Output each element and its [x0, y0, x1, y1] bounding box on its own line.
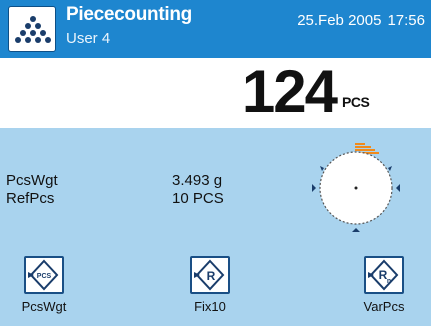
weight-value: 124 — [241, 58, 338, 125]
info-value-pcswgt: 3.493 g — [172, 172, 223, 189]
balance-terminal-screen: Piececounting User 4 25.Feb 2005 17:56 12… — [0, 0, 431, 326]
rn-diamond-icon: R n — [368, 259, 399, 291]
weight-display: 124 PCS — [0, 58, 431, 128]
softkey-pcswgt: PCS PcsWgt — [0, 256, 90, 326]
piececounting-app-icon[interactable] — [8, 6, 56, 52]
info-value-refpcs: 10 PCS — [172, 190, 224, 207]
info-label-pcswgt: PcsWgt — [6, 172, 58, 189]
header-bar: Piececounting User 4 25.Feb 2005 17:56 — [0, 0, 431, 58]
dial-marker-bottom — [352, 228, 360, 232]
info-panel: PcsWgt 3.493 g RefPcs 10 PCS PCS PcsWgt … — [0, 128, 431, 326]
pcs-diamond-icon: PCS — [28, 259, 59, 291]
weighing-in-dial — [312, 143, 400, 232]
user-label: User 4 — [66, 30, 111, 47]
pcswgt-button[interactable]: PCS — [24, 256, 64, 294]
svg-text:n: n — [387, 278, 391, 285]
fix10-button[interactable]: R — [190, 256, 230, 294]
date-text: 25.Feb 2005 — [297, 12, 382, 29]
softkey-label-pcswgt: PcsWgt — [21, 299, 67, 314]
softkey-label-varpcs: VarPcs — [363, 299, 405, 314]
svg-text:PCS: PCS — [37, 273, 52, 280]
time-text: 17:56 — [387, 12, 425, 29]
dial-marker-top-left — [320, 166, 324, 171]
datetime: 25.Feb 2005 17:56 — [297, 12, 425, 29]
dial-center-dot — [354, 186, 358, 190]
softkey-varpcs: R n VarPcs — [340, 256, 430, 326]
svg-text:R: R — [207, 269, 216, 283]
dial-marker-right — [396, 184, 400, 192]
piececounting-dots-icon — [15, 16, 51, 43]
dial-marker-left — [312, 184, 316, 192]
weight-unit: PCS — [342, 94, 370, 110]
softkey-fix10: R Fix10 — [166, 256, 256, 326]
r-diamond-icon: R — [194, 259, 225, 291]
info-label-refpcs: RefPcs — [6, 190, 55, 207]
dial-marker-top-right — [388, 166, 392, 171]
app-title: Piececounting — [66, 4, 192, 25]
softkey-label-fix10: Fix10 — [194, 299, 226, 314]
varpcs-button[interactable]: R n — [364, 256, 404, 294]
